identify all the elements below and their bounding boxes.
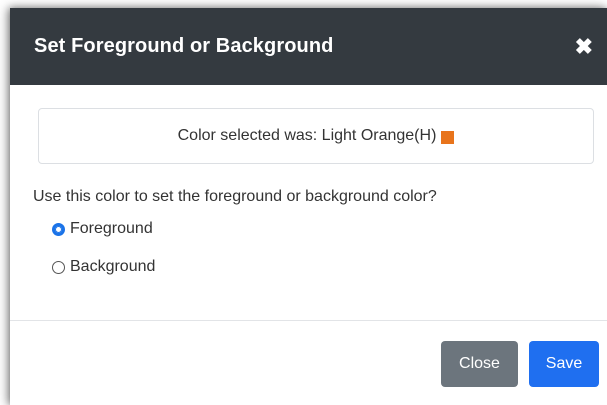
- close-icon[interactable]: ✖: [575, 35, 593, 58]
- dialog-body: Color selected was: Light Orange(H) Use …: [10, 85, 607, 277]
- selected-color-panel: Color selected was: Light Orange(H): [38, 108, 594, 164]
- color-swatch: [441, 130, 455, 144]
- option-foreground[interactable]: Foreground: [52, 219, 594, 239]
- color-target-dialog: Set Foreground or Background ✖ Color sel…: [10, 8, 607, 405]
- dialog-footer: Close Save: [441, 341, 599, 387]
- dialog-title: Set Foreground or Background: [34, 35, 334, 57]
- selected-color-text: Color selected was: Light Orange(H): [177, 127, 437, 144]
- footer-divider: [10, 320, 607, 321]
- option-background[interactable]: Background: [52, 257, 594, 277]
- foreground-label[interactable]: Foreground: [70, 220, 153, 238]
- save-button[interactable]: Save: [529, 341, 599, 387]
- background-label[interactable]: Background: [70, 258, 155, 276]
- background-radio[interactable]: [52, 260, 65, 274]
- dialog-header: Set Foreground or Background ✖: [10, 8, 607, 85]
- close-button[interactable]: Close: [441, 341, 518, 387]
- question-text: Use this color to set the foreground or …: [33, 188, 437, 205]
- foreground-radio[interactable]: [52, 222, 65, 236]
